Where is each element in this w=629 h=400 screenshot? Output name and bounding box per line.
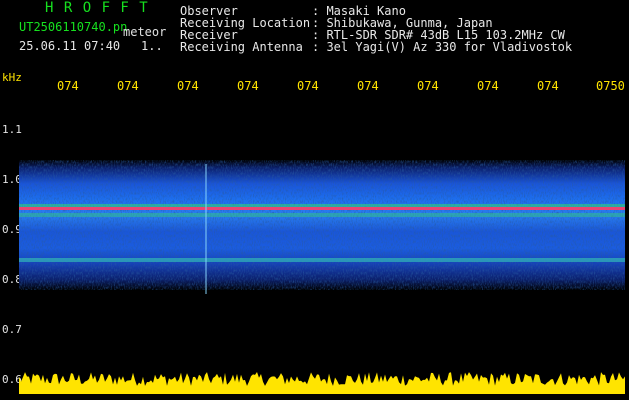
info-antenna-value: : 3el Yagi(V) Az 330 for Vladivostok	[312, 40, 573, 54]
green-band-lower	[19, 213, 625, 217]
y-unit-label: kHz	[2, 71, 22, 84]
filename: UT2506110740.pn	[19, 20, 128, 34]
carrier-trace	[19, 207, 625, 210]
x-tick-label: 074	[57, 79, 79, 93]
x-tick-label: 074	[177, 79, 199, 93]
noise-speckle	[19, 160, 625, 290]
green-band-mid	[19, 258, 625, 262]
datetime: 25.06.11 07:40	[19, 39, 121, 53]
ellipsis: 1..	[141, 39, 163, 53]
x-tick-label: 0750	[596, 79, 625, 93]
info-antenna-label: Receiving Antenna	[180, 40, 303, 54]
brand-title: H R O F F T	[45, 0, 149, 16]
x-tick-label: 074	[117, 79, 139, 93]
x-tick-label: 074	[237, 79, 259, 93]
mode-tag: meteor	[123, 25, 167, 39]
x-tick-label: 074	[297, 79, 319, 93]
x-tick-label: 074	[357, 79, 379, 93]
x-tick-label: 074	[417, 79, 439, 93]
spectrogram-plot	[19, 160, 625, 394]
x-tick-label: 074	[477, 79, 499, 93]
signal-trace	[19, 372, 625, 394]
x-tick-label: 074	[537, 79, 559, 93]
